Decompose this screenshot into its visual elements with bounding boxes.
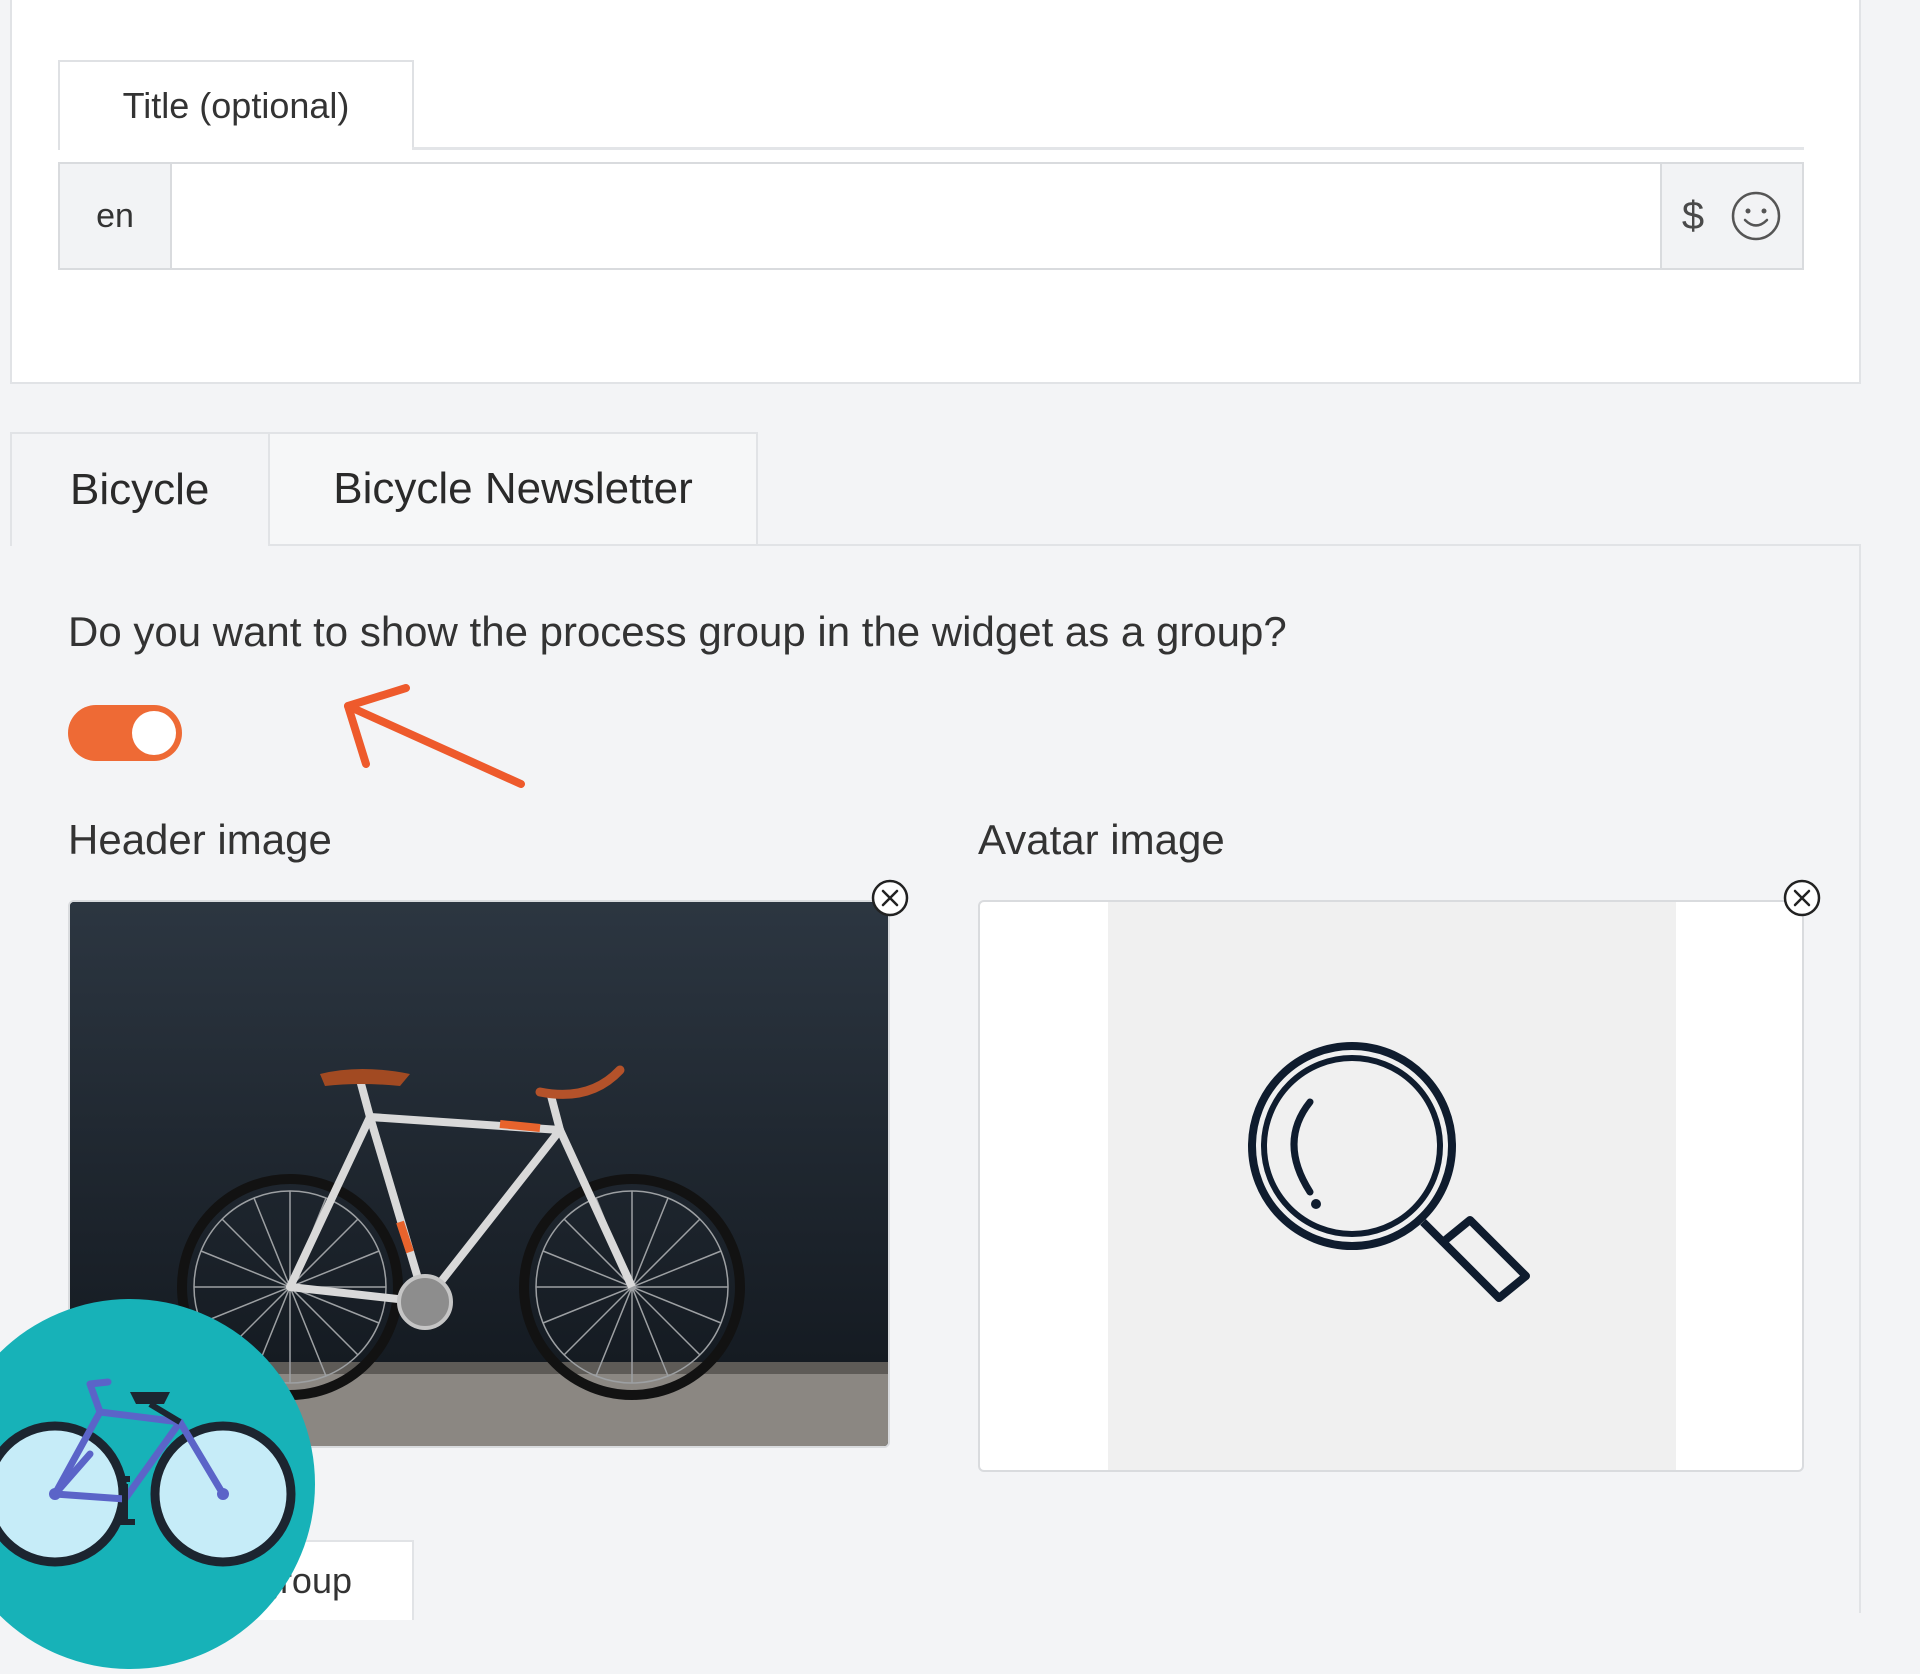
title-input[interactable] xyxy=(172,164,1660,268)
toggle-knob xyxy=(132,711,176,755)
tab-title-optional[interactable]: Title (optional) xyxy=(58,60,414,150)
avatar-placeholder xyxy=(1108,902,1676,1470)
tabs-divider xyxy=(758,544,1861,546)
remove-avatar-image-icon[interactable] xyxy=(1782,878,1822,918)
input-addons: $ xyxy=(1660,164,1802,268)
group-question: Do you want to show the process group in… xyxy=(68,608,1287,655)
language-code: en xyxy=(96,196,134,235)
tab-bicycle[interactable]: Bicycle xyxy=(10,432,268,546)
smiley-icon[interactable] xyxy=(1730,190,1782,242)
tab-bicycle-newsletter-label: Bicycle Newsletter xyxy=(333,464,693,513)
content-border xyxy=(1859,544,1861,1613)
tab-bicycle-newsletter[interactable]: Bicycle Newsletter xyxy=(268,432,758,546)
language-badge: en xyxy=(60,164,172,268)
magnifier-icon xyxy=(1248,1042,1530,1302)
tab-bicycle-label: Bicycle xyxy=(70,465,210,514)
header-image-label: Header image xyxy=(68,816,332,863)
remove-header-image-icon[interactable] xyxy=(870,878,910,918)
variable-button[interactable]: $ xyxy=(1682,194,1704,239)
show-as-group-toggle[interactable] xyxy=(68,705,182,761)
title-tab-label: Title (optional) xyxy=(122,85,350,126)
avatar-image-label: Avatar image xyxy=(978,816,1225,863)
avatar-image[interactable] xyxy=(978,900,1804,1472)
title-input-group: en $ xyxy=(58,162,1804,270)
bicycle-badge-icon xyxy=(0,1299,315,1669)
divider xyxy=(412,147,1804,150)
annotation-arrow-icon xyxy=(344,684,525,788)
